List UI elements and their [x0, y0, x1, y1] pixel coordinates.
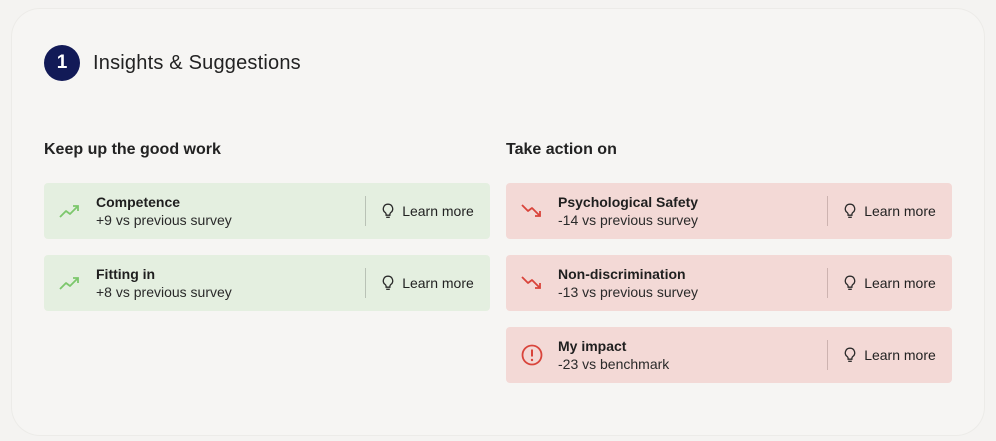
insight-card-psychological-safety: Psychological Safety -14 vs previous sur… [506, 183, 952, 239]
learn-more-button[interactable]: Learn more [828, 255, 952, 311]
insight-card-competence: Competence +9 vs previous survey Learn m… [44, 183, 490, 239]
insight-delta: +8 vs previous survey [96, 284, 232, 300]
insight-delta: +9 vs previous survey [96, 212, 232, 228]
learn-more-label: Learn more [402, 203, 474, 219]
insight-card-fitting-in: Fitting in +8 vs previous survey Learn m… [44, 255, 490, 311]
strengths-column: Keep up the good work Competence +9 vs p… [44, 140, 490, 311]
insight-name: Competence [96, 194, 181, 210]
insight-card-my-impact: My impact -23 vs benchmark Learn more [506, 327, 952, 383]
step-number-badge: 1 [44, 45, 80, 81]
lightbulb-icon [844, 275, 856, 290]
trend-down-icon [506, 255, 558, 311]
learn-more-button[interactable]: Learn more [366, 183, 490, 239]
insight-delta: -23 vs benchmark [558, 356, 670, 372]
lightbulb-icon [382, 203, 394, 218]
trend-up-icon [44, 255, 96, 311]
insight-delta: -13 vs previous survey [558, 284, 699, 300]
lightbulb-icon [844, 203, 856, 218]
learn-more-button[interactable]: Learn more [366, 255, 490, 311]
lightbulb-icon [844, 347, 856, 362]
learn-more-label: Learn more [864, 347, 936, 363]
insight-name: Psychological Safety [558, 194, 699, 210]
learn-more-label: Learn more [402, 275, 474, 291]
alert-circle-icon [506, 327, 558, 383]
strengths-heading: Keep up the good work [44, 141, 221, 158]
section-title: Insights & Suggestions [93, 51, 301, 74]
insight-name: Non-discrimination [558, 266, 686, 282]
insight-delta: -14 vs previous survey [558, 212, 699, 228]
insights-panel: 1 Insights & Suggestions Keep up the goo… [12, 9, 984, 435]
learn-more-label: Learn more [864, 275, 936, 291]
insight-name: My impact [558, 338, 627, 354]
learn-more-label: Learn more [864, 203, 936, 219]
actions-heading: Take action on [506, 141, 617, 158]
trend-down-icon [506, 183, 558, 239]
learn-more-button[interactable]: Learn more [828, 183, 952, 239]
lightbulb-icon [382, 275, 394, 290]
trend-up-icon [44, 183, 96, 239]
actions-column: Take action on Psychological Safety -14 … [506, 140, 952, 383]
insight-name: Fitting in [96, 266, 156, 282]
section-header: 1 Insights & Suggestions [44, 45, 301, 81]
insight-card-non-discrimination: Non-discrimination -13 vs previous surve… [506, 255, 952, 311]
learn-more-button[interactable]: Learn more [828, 327, 952, 383]
